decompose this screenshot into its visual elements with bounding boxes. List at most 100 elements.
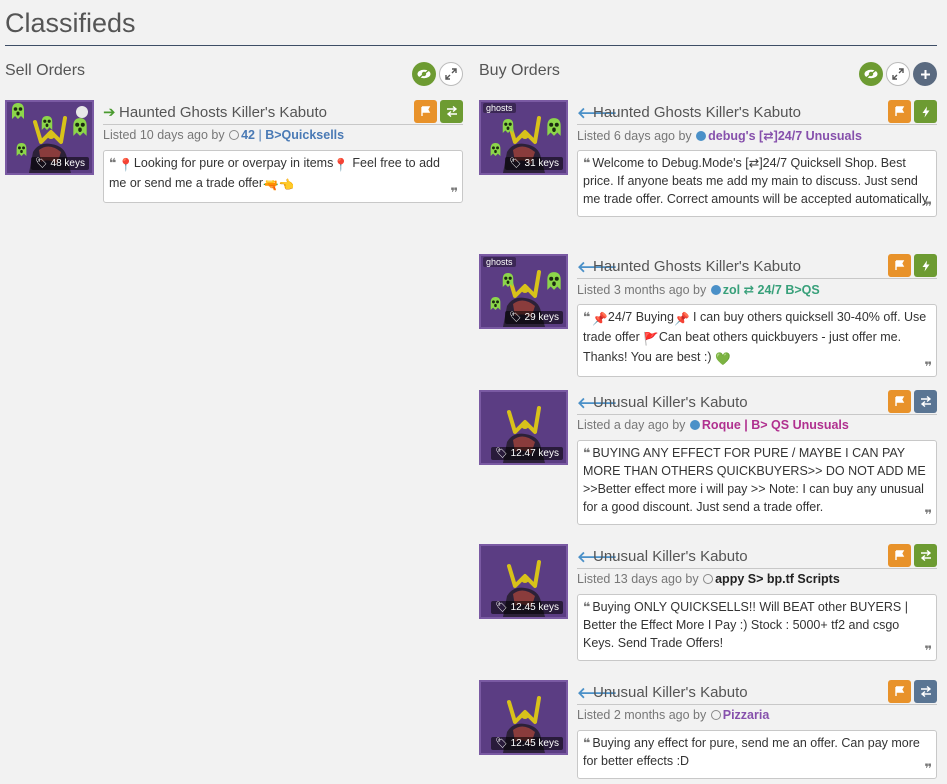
eye-icon (864, 69, 878, 79)
toggle-visibility-button[interactable] (412, 62, 436, 86)
user-link[interactable]: zol ⇄ 24/7 B>QS (723, 283, 820, 297)
eye-icon (417, 69, 431, 79)
price-tag: 🏷 29 keys (505, 311, 563, 324)
item-name-link[interactable]: Unusual Killer's Kabuto (593, 394, 748, 411)
item-thumbnail[interactable]: ghosts 🏷 29 keys (479, 254, 568, 329)
price-value: 29 keys (524, 312, 559, 323)
report-button[interactable] (888, 254, 911, 277)
listed-info: Listed 6 days ago by debug's [⇄]24/7 Unu… (577, 128, 937, 146)
item-name-link[interactable]: Haunted Ghosts Killer's Kabuto (593, 258, 801, 275)
sell-orders-title: Sell Orders (5, 62, 86, 79)
bolt-icon (922, 260, 929, 271)
flag-icon (895, 396, 905, 406)
sell-orders-controls (412, 62, 463, 86)
item-thumbnail[interactable]: 🏷 12.45 keys (479, 544, 568, 619)
listing-actions (414, 100, 463, 123)
price-value: 12.47 keys (510, 448, 559, 459)
effect-badge: ghosts (483, 103, 516, 113)
expand-button[interactable] (886, 62, 910, 86)
user-number[interactable]: 42 (241, 128, 255, 142)
listing-comment: ❝ BUYING ANY EFFECT FOR PURE / MAYBE I CA… (577, 440, 937, 525)
item-name-link[interactable]: Unusual Killer's Kabuto (593, 684, 748, 701)
ghost-effect-icon (489, 296, 502, 311)
gun-icon: 🔫 (263, 178, 279, 192)
price-value: 12.45 keys (510, 602, 559, 613)
quote-open-icon: ❝ (583, 310, 591, 324)
ghost-effect-icon (71, 117, 89, 137)
add-listing-button[interactable] (913, 62, 937, 86)
green-heart-icon: 💚 (715, 352, 731, 366)
trade-offer-button[interactable] (914, 680, 937, 703)
report-button[interactable] (888, 680, 911, 703)
buy-orders-header: Buy Orders (479, 58, 937, 94)
price-tag: 🏷 48 keys (31, 157, 89, 170)
report-button[interactable] (888, 544, 911, 567)
listed-time: Listed 2 months ago by (577, 708, 707, 722)
listing-details: 🡐 Unusual Killer's Kabuto Listed 2 month… (577, 680, 937, 779)
status-dot (710, 285, 721, 295)
user-link[interactable]: Roque | B> QS Unusuals (702, 418, 849, 432)
comment-text: Looking for pure or overpay in items (133, 156, 334, 170)
comment-text: Buying any effect for pure, send me an o… (583, 736, 920, 768)
comment-text: Buying ONLY QUICKSELLS!! Will BEAT other… (583, 600, 908, 650)
report-button[interactable] (888, 390, 911, 413)
buy-orders-column: Buy Orders ghosts 🏷 31 keys 🡐 Haunted Gh… (479, 58, 937, 779)
toggle-visibility-button[interactable] (859, 62, 883, 86)
item-thumbnail[interactable]: 🏷 12.47 keys (479, 390, 568, 465)
quote-open-icon: ❝ (583, 446, 591, 460)
listing-details: 🡐 Haunted Ghosts Killer's Kabuto Listed … (577, 100, 937, 217)
pin-icon: 📍 (118, 158, 134, 172)
quote-open-icon: ❝ (583, 156, 591, 170)
item-title-row: ➔ Haunted Ghosts Killer's Kabuto (103, 100, 463, 125)
user-link[interactable]: appy S> bp.tf Scripts (715, 572, 840, 586)
sell-orders-header: Sell Orders (5, 58, 463, 94)
listing-comment: ❝ 📌24/7 Buying📌 I can buy others quicksel… (577, 304, 937, 377)
listing-actions (888, 680, 937, 703)
comment-text: BUYING ANY EFFECT FOR PURE / MAYBE I CAN… (583, 446, 926, 514)
listed-time: Listed 6 days ago by (577, 129, 692, 143)
quote-open-icon: ❝ (109, 156, 117, 170)
listed-time: Listed 3 months ago by (577, 283, 707, 297)
ghost-effect-icon (10, 102, 26, 120)
plus-icon (920, 69, 930, 79)
trade-offer-button[interactable] (914, 390, 937, 413)
item-thumbnail[interactable]: ghosts 🏷 31 keys (479, 100, 568, 175)
red-flag-icon: 🚩 (643, 332, 659, 346)
user-separator: | (258, 128, 262, 142)
listing-actions (888, 100, 937, 123)
listed-time: Listed a day ago by (577, 418, 686, 432)
instant-trade-button[interactable] (914, 100, 937, 123)
buy-orders-controls (859, 62, 937, 86)
expand-icon (445, 68, 457, 80)
trade-icon (920, 686, 931, 697)
report-button[interactable] (888, 100, 911, 123)
item-name-link[interactable]: Haunted Ghosts Killer's Kabuto (119, 104, 327, 121)
trade-offer-button[interactable] (440, 100, 463, 123)
item-name-link[interactable]: Unusual Killer's Kabuto (593, 548, 748, 565)
quote-close-icon: ❞ (924, 359, 932, 374)
item-name-link[interactable]: Haunted Ghosts Killer's Kabuto (593, 104, 801, 121)
item-thumbnail[interactable]: 🏷 48 keys (5, 100, 94, 175)
arrow-right-icon: ➔ (103, 104, 116, 121)
ghost-effect-icon (545, 117, 563, 137)
listing-actions (888, 544, 937, 567)
pointing-hand-icon: 👈 (278, 178, 295, 192)
pushpin-icon: 📌 (592, 312, 608, 326)
listing-comment: ❝ Buying any effect for pure, send me an … (577, 730, 937, 779)
expand-button[interactable] (439, 62, 463, 86)
trade-offer-button[interactable] (914, 544, 937, 567)
user-link[interactable]: Pizzaria (723, 708, 770, 722)
item-thumbnail[interactable]: 🏷 12.45 keys (479, 680, 568, 755)
quote-close-icon: ❞ (924, 643, 932, 658)
listed-info: Listed 10 days ago by 42 | B>Quicksells (103, 128, 463, 146)
trade-icon (446, 106, 457, 117)
user-link[interactable]: B>Quicksells (265, 128, 344, 142)
status-dot (696, 131, 707, 141)
price-value: 48 keys (50, 158, 85, 169)
price-tag: 🏷 12.45 keys (491, 601, 563, 614)
item-title-row: 🡐 Unusual Killer's Kabuto (577, 680, 937, 705)
instant-trade-button[interactable] (914, 254, 937, 277)
user-link[interactable]: debug's [⇄]24/7 Unusuals (708, 129, 862, 143)
report-button[interactable] (414, 100, 437, 123)
price-value: 31 keys (524, 158, 559, 169)
